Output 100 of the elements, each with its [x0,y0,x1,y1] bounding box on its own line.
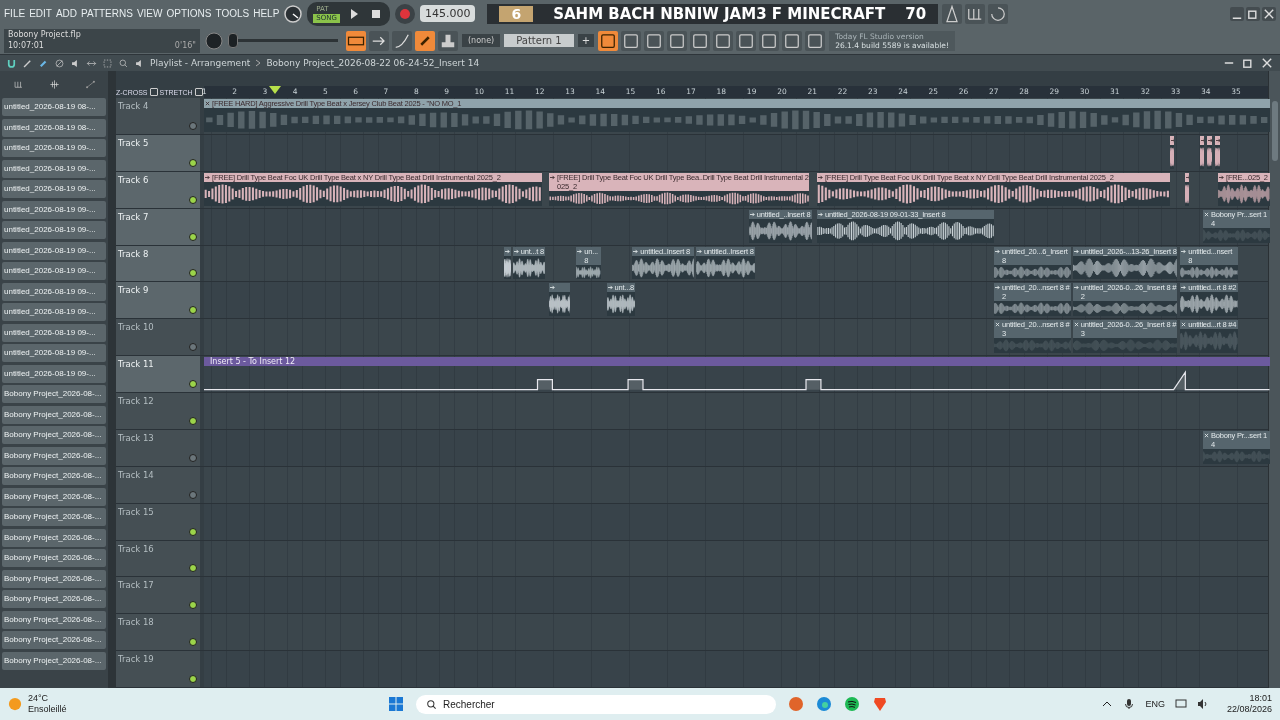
track-enable-led[interactable] [189,121,197,130]
tempo-field[interactable]: 145.000 [419,5,476,22]
loop-icon[interactable] [988,3,1009,24]
browser-app-icon[interactable] [816,696,832,712]
track-enable-led[interactable] [189,601,197,610]
track-header[interactable]: Track 12 [116,393,200,429]
track-header[interactable]: Track 9 [116,282,200,319]
taskbar-clock[interactable]: 18:01 22/08/2026 [1226,693,1272,715]
track-enable-led[interactable] [189,195,197,204]
track-header[interactable]: Track 16 [116,540,200,577]
audio-clip[interactable] [1215,135,1220,169]
browser-item[interactable]: untitled_2026-08-19 09-... [2,303,106,321]
browser-item[interactable]: Bobony Project_2026-08-... [2,528,106,547]
track-header[interactable]: Track 4 [116,98,200,134]
browser-item[interactable]: Bobony Project_2026-08-... [2,651,106,670]
track-header[interactable]: Track 7 [116,208,200,245]
browser-item[interactable]: Bobony Project_2026-08-... [2,385,106,403]
add-pattern-button[interactable]: + [577,34,595,47]
track-enable-led[interactable] [189,269,197,278]
audio-clip[interactable] [1169,135,1175,169]
track-enable-led[interactable] [189,527,197,536]
track-enable-led[interactable] [189,675,197,683]
browser-item[interactable]: Bobony Project_2026-08-... [2,569,106,588]
track-header[interactable]: Track 17 [116,577,200,614]
playlist-scrollbar[interactable] [1268,71,1280,688]
magnet-icon[interactable] [6,57,17,69]
track-enable-led[interactable] [189,490,197,499]
track-enable-led[interactable] [189,306,197,315]
browser-item[interactable]: untitled_2026-08-19 09-... [2,323,106,342]
track-header[interactable]: Track 14 [116,466,200,503]
pattern-selector[interactable]: Pattern 1 [504,34,574,47]
track-header[interactable]: Track 15 [116,503,200,540]
z-cross-checkbox[interactable] [149,88,158,96]
browser-item[interactable]: untitled_2026-08-19 09-... [2,180,106,198]
track-lane[interactable] [204,614,1268,651]
pitch-knob-icon[interactable] [204,30,224,51]
volume-icon[interactable] [1196,698,1209,710]
track-lane[interactable] [204,393,1268,429]
track-lane[interactable] [204,134,1268,171]
metronome-icon[interactable] [942,3,963,24]
track-header[interactable]: Track 19 [116,651,200,687]
track-lane[interactable] [204,171,1268,208]
track-lane[interactable] [204,651,1268,687]
stamp-icon[interactable] [438,30,458,51]
browser-item[interactable]: Bobony Project_2026-08-... [2,467,106,485]
grid-icon[interactable] [965,3,986,24]
browser-item[interactable]: untitled_2026-08-19 09-... [2,159,106,178]
track-lane[interactable] [204,540,1268,577]
menu-item[interactable]: HELP [253,8,280,19]
audio-clip[interactable] [1207,135,1212,169]
windows-start-icon[interactable] [388,696,404,712]
slider-thumb[interactable] [228,33,238,48]
browser-item[interactable]: untitled_2026-08-19 09-... [2,282,106,301]
mute-icon[interactable] [54,57,65,69]
track-enable-led[interactable] [189,416,197,425]
close-button[interactable] [1262,6,1276,21]
track-header[interactable]: Track 11 [116,356,200,392]
zoom-icon[interactable] [118,57,129,69]
audio-clip[interactable] [1199,135,1205,169]
menu-item[interactable]: EDIT [29,8,52,19]
browser-item[interactable]: untitled_2026-08-19 08-... [2,98,106,116]
browser-item[interactable]: Bobony Project_2026-08-... [2,590,106,608]
browser-item[interactable]: Bobony Project_2026-08-... [2,549,106,567]
browser-item[interactable]: Bobony Project_2026-08-... [2,610,106,629]
track-enable-led[interactable] [189,638,197,647]
browser-item[interactable]: untitled_2026-08-19 09-... [2,262,106,280]
track-lane[interactable] [204,577,1268,614]
taskbar-search-field[interactable]: Rechercher [416,694,776,714]
menu-item[interactable]: OPTIONS [166,8,212,19]
automation-icon[interactable] [84,79,96,90]
browser-item[interactable]: untitled_2026-08-19 09-... [2,139,106,157]
piano-icon[interactable] [12,79,24,90]
track-enable-led[interactable] [189,343,197,352]
close-button[interactable] [1260,56,1274,70]
track-lane[interactable] [204,466,1268,503]
menu-item[interactable]: TOOLS [215,8,250,19]
stretch-checkbox[interactable] [194,88,203,96]
browser-item[interactable]: Bobony Project_2026-08-... [2,446,106,465]
track-enable-led[interactable] [189,380,197,388]
audio-clip[interactable] [549,283,571,317]
menu-item[interactable]: PATTERNS [81,8,133,19]
track-header[interactable]: Track 8 [116,245,200,282]
browser-item[interactable]: untitled_2026-08-19 09-... [2,241,106,260]
browser-item[interactable]: untitled_2026-08-19 09-... [2,221,106,239]
browser-item[interactable]: Bobony Project_2026-08-... [2,631,106,649]
browser-item[interactable]: untitled_2026-08-19 09-... [2,200,106,219]
minimize-button[interactable] [1230,6,1244,21]
menu-item[interactable]: VIEW [136,8,163,19]
track-header[interactable]: Track 6 [116,171,200,208]
browser-item[interactable]: untitled_2026-08-19 09-... [2,364,106,383]
microphone-icon[interactable] [1123,698,1136,710]
waveform-icon[interactable] [48,79,60,90]
browser-scrollbar[interactable] [108,71,116,688]
track-header[interactable]: Track 10 [116,319,200,356]
track-enable-led[interactable] [189,453,197,462]
channel-selector[interactable]: (none) [462,34,501,47]
track-enable-led[interactable] [189,158,197,167]
track-header[interactable]: Track 18 [116,614,200,651]
lion-shield-icon[interactable] [872,696,888,712]
app-icon[interactable] [788,696,804,712]
